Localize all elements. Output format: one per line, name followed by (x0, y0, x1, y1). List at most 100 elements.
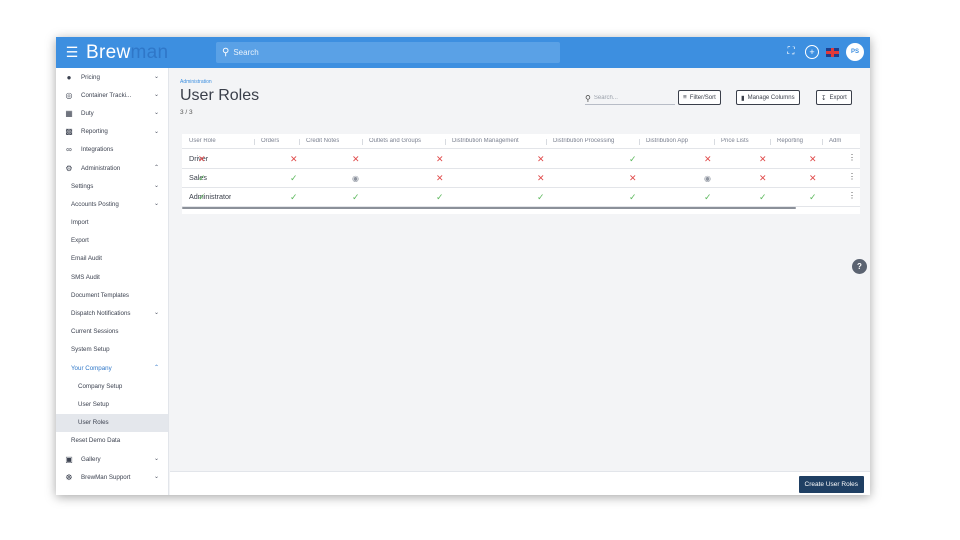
sidebar-item-label: User Roles (78, 419, 109, 427)
sidebar-item-pricing[interactable]: ● Pricing ⌄ (56, 68, 168, 86)
reporting-icon: ▩ (65, 127, 73, 137)
filter-sort-button[interactable]: ≡ Filter/Sort (678, 90, 721, 105)
fullscreen-icon[interactable]: ⛶ (784, 45, 798, 59)
chevron-down-icon: ⌄ (153, 74, 159, 80)
check-icon: ✓ (809, 193, 817, 202)
add-icon[interactable]: + (805, 45, 819, 59)
horizontal-scrollbar[interactable] (182, 207, 796, 209)
sidebar-item-administration[interactable]: ⚙ Administration ⌃ (56, 159, 168, 177)
sidebar-item-accounts-posting[interactable]: Accounts Posting ⌄ (56, 195, 168, 213)
user-avatar[interactable]: PS (846, 43, 864, 61)
check-icon: ✓ (629, 193, 637, 202)
filter-sort-label: Filter/Sort (689, 94, 716, 101)
export-button[interactable]: ↧ Export (816, 90, 852, 105)
column-header[interactable]: Outlets and Groups (369, 138, 421, 144)
sidebar-item-email-audit[interactable]: Email Audit (56, 250, 168, 268)
table-search-input[interactable] (593, 95, 666, 101)
check-icon: ✓ (198, 174, 206, 183)
uk-flag-icon[interactable] (826, 47, 839, 57)
column-header[interactable]: Distribution Management (452, 138, 519, 144)
sidebar-item-label: Duty (81, 109, 94, 117)
help-icon[interactable]: ? (852, 259, 867, 274)
check-icon: ✓ (290, 174, 298, 183)
sidebar-item-container-tracking[interactable]: ◎ Container Tracki... ⌄ (56, 86, 168, 104)
check-icon: ✓ (704, 193, 712, 202)
sidebar-item-label: Administration (81, 164, 121, 172)
cross-icon: ✕ (704, 155, 712, 164)
row-menu-icon[interactable]: ⋮ (848, 153, 856, 162)
sidebar-item-label: Container Tracki... (81, 91, 132, 99)
global-search[interactable]: ⚲ (216, 42, 560, 63)
manage-columns-button[interactable]: ▮ Manage Columns (736, 90, 800, 105)
sidebar-item-label: Import (71, 219, 89, 227)
sidebar-item-label: Reset Demo Data (71, 437, 121, 445)
check-icon: ✓ (759, 193, 767, 202)
sidebar-item-system-setup[interactable]: System Setup (56, 341, 168, 359)
row-menu-icon[interactable]: ⋮ (848, 172, 856, 181)
sidebar-item-label: Company Setup (78, 382, 123, 390)
cross-icon: ✕ (809, 155, 817, 164)
sidebar-item-dispatch-notifications[interactable]: Dispatch Notifications ⌄ (56, 304, 168, 322)
cross-icon: ✕ (537, 155, 545, 164)
export-label: Export (829, 94, 847, 101)
sidebar-item-import[interactable]: Import (56, 214, 168, 232)
cross-icon: ✕ (290, 155, 298, 164)
hamburger-menu-icon[interactable]: ☰ (63, 42, 81, 62)
chevron-up-icon: ⌃ (153, 164, 159, 171)
sidebar-item-your-company[interactable]: Your Company ⌃ (56, 359, 168, 377)
column-header[interactable]: Orders (261, 138, 279, 144)
column-header[interactable]: User Role (189, 138, 216, 144)
top-actions: ⛶ + PS (784, 43, 864, 61)
column-header[interactable]: Distribution Processing (553, 138, 614, 144)
sidebar-item-brewman-support[interactable]: ☸ BrewMan Support ⌄ (56, 468, 168, 486)
role-name: Administrator (189, 192, 232, 201)
table-row[interactable]: Driver ✕ ✕ ✕ ✕ ✕ ✓ ✕ ✕ ✕ ⋮ (182, 150, 860, 169)
cross-icon: ✕ (352, 155, 360, 164)
search-icon: ⚲ (222, 47, 230, 58)
support-icon: ☸ (65, 472, 73, 482)
sidebar-item-label: Gallery (81, 455, 101, 463)
chevron-down-icon: ⌄ (153, 128, 159, 135)
eye-icon: ◉ (352, 174, 359, 183)
sidebar-item-integrations[interactable]: ∞ Integrations (56, 141, 168, 159)
sidebar-item-reporting[interactable]: ▩ Reporting ⌄ (56, 123, 168, 141)
table-row[interactable]: Sales ✓ ✓ ◉ ✕ ✕ ✕ ◉ ✕ ✕ ⋮ (182, 169, 860, 188)
breadcrumb[interactable]: Administration (180, 79, 212, 85)
check-icon: ✓ (629, 155, 637, 164)
eye-icon: ◉ (704, 174, 711, 183)
sidebar-item-label: Accounts Posting (71, 200, 119, 208)
cross-icon: ✕ (629, 174, 637, 183)
column-header[interactable]: Price Lists (721, 138, 749, 144)
sidebar-item-company-setup[interactable]: Company Setup (56, 377, 168, 395)
table-search[interactable]: ⚲ (585, 92, 675, 105)
create-user-roles-button[interactable]: Create User Roles (798, 476, 864, 493)
check-icon: ✓ (436, 193, 444, 202)
chevron-down-icon: ⌄ (153, 183, 159, 190)
brand-logo[interactable]: Brewman (86, 41, 168, 65)
sidebar-item-user-setup[interactable]: User Setup (56, 395, 168, 413)
user-roles-table: User Role Orders Credit Notes Outlets an… (182, 134, 860, 214)
filter-icon: ≡ (683, 94, 687, 101)
sidebar-item-user-roles[interactable]: User Roles (56, 413, 168, 432)
sidebar: ● Pricing ⌄ ◎ Container Tracki... ⌄ ▦ Du… (56, 68, 169, 495)
column-header[interactable]: Credit Notes (306, 138, 339, 144)
sidebar-item-export[interactable]: Export (56, 232, 168, 250)
chevron-down-icon: ⌄ (153, 110, 159, 117)
global-search-input[interactable] (233, 48, 534, 57)
sidebar-item-label: Dispatch Notifications (71, 310, 131, 318)
sidebar-item-reset-demo-data[interactable]: Reset Demo Data (56, 432, 168, 450)
sidebar-item-sms-audit[interactable]: SMS Audit (56, 268, 168, 286)
sidebar-item-gallery[interactable]: ▣ Gallery ⌄ (56, 450, 168, 468)
sidebar-item-duty[interactable]: ▦ Duty ⌄ (56, 104, 168, 122)
table-row[interactable]: Administrator ✓ ✓ ✓ ✓ ✓ ✓ ✓ ✓ ✓ ⋮ (182, 188, 860, 207)
brand-logo-part2: man (130, 42, 169, 63)
row-menu-icon[interactable]: ⋮ (848, 191, 856, 200)
sidebar-item-label: Your Company (71, 364, 112, 372)
sidebar-item-document-templates[interactable]: Document Templates (56, 286, 168, 304)
sidebar-item-current-sessions[interactable]: Current Sessions (56, 323, 168, 341)
pricing-icon: ● (66, 72, 72, 82)
column-header[interactable]: Reporting (777, 138, 803, 144)
sidebar-item-settings[interactable]: Settings ⌄ (56, 177, 168, 195)
column-header[interactable]: Distribution App (646, 138, 688, 144)
column-header[interactable]: Adm (829, 138, 847, 144)
